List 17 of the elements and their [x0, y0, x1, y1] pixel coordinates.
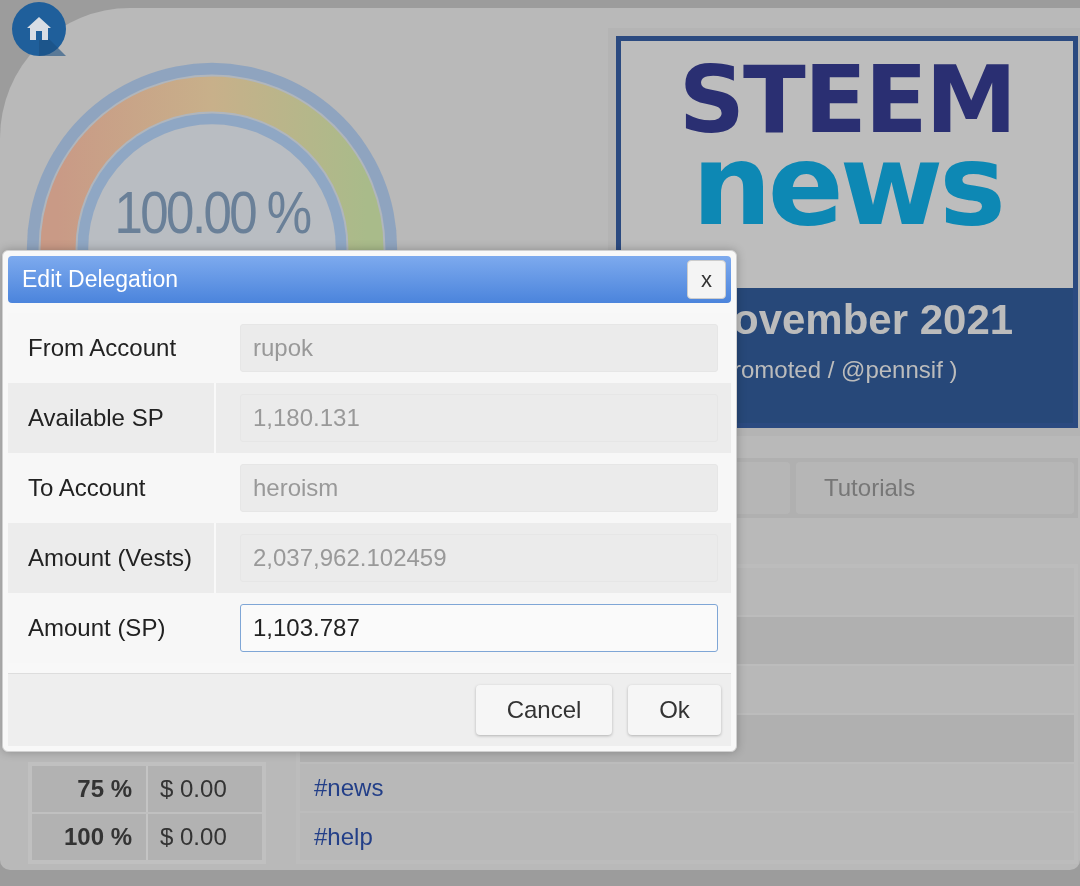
field-label: From Account: [27, 333, 178, 363]
table-cell: 100 %: [32, 814, 148, 860]
table-cell: $ 0.00: [148, 766, 262, 812]
gauge-reading: 100.00 %: [114, 178, 310, 247]
close-button[interactable]: x: [687, 260, 726, 299]
field-label: Amount (SP): [27, 613, 167, 643]
ok-button[interactable]: Ok: [628, 685, 721, 735]
dialog-title: Edit Delegation: [22, 266, 178, 293]
tag-link[interactable]: #news: [300, 764, 1074, 811]
input-field[interactable]: 1,103.787: [240, 604, 718, 652]
table-cell: $ 0.00: [148, 814, 262, 860]
home-icon[interactable]: [12, 2, 66, 56]
field-label: To Account: [27, 473, 147, 503]
cancel-button[interactable]: Cancel: [476, 685, 612, 735]
tag-link[interactable]: #help: [300, 813, 1074, 860]
table-cell: 75 %: [32, 766, 148, 812]
banner-date: ovember 2021: [733, 296, 1015, 344]
